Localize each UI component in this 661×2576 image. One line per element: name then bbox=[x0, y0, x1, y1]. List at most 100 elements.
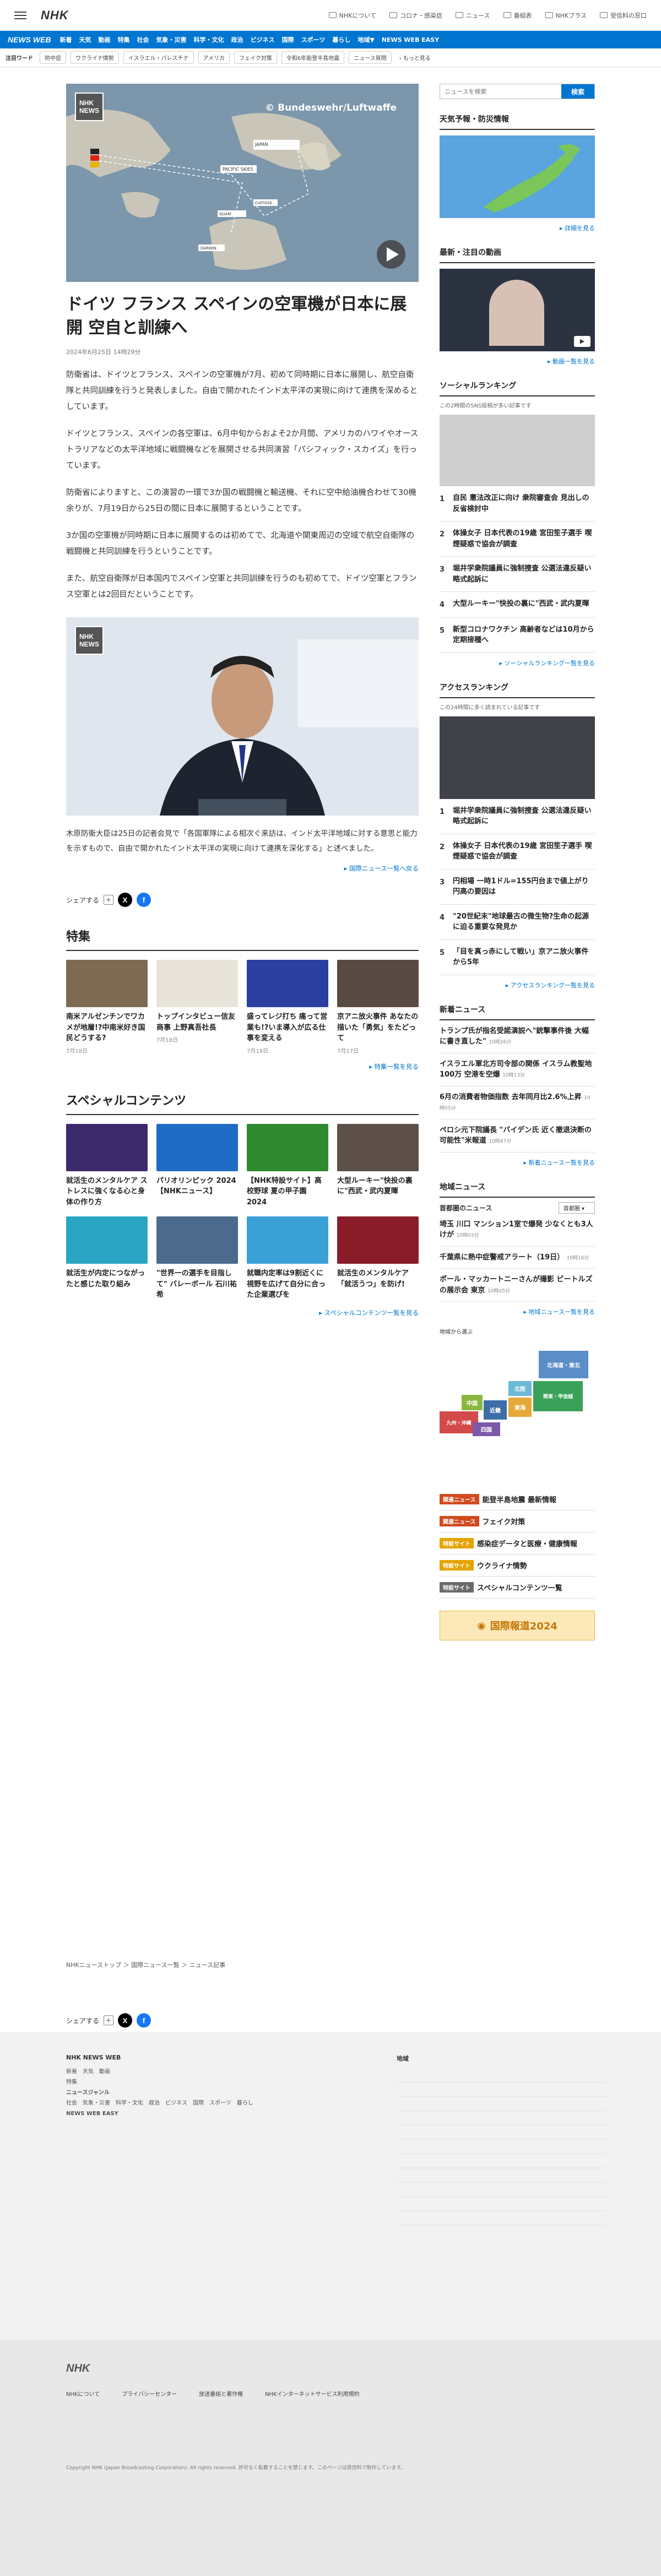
footer-link[interactable]: 放送番組と著作権 bbox=[199, 2389, 243, 2398]
search-button[interactable]: 検索 bbox=[561, 84, 594, 99]
footer-link[interactable]: NEWS WEB EASY bbox=[66, 2108, 297, 2119]
footer-link[interactable]: ニュースジャンル bbox=[66, 2088, 297, 2098]
facebook-icon[interactable]: f bbox=[137, 2013, 151, 2028]
feature-card[interactable]: 京アニ放火事件 あなたの描いた「勇気」をたどって 7月17日 bbox=[337, 960, 419, 1055]
keyword-chip[interactable]: ニュース質問 bbox=[349, 51, 392, 64]
footer-link[interactable]: 特集 bbox=[66, 2077, 297, 2088]
nav-item-feature[interactable]: 特集 bbox=[118, 35, 130, 44]
local-more-link[interactable]: ▸ 地域ニュース一覧を見る bbox=[440, 1307, 595, 1316]
share-plus-icon[interactable]: + bbox=[104, 2015, 114, 2025]
top-link-program[interactable]: 番組表 bbox=[503, 11, 532, 20]
top-link-news[interactable]: ニュース bbox=[456, 11, 490, 20]
promo-banner[interactable]: ◉ 国際報道2024 bbox=[440, 1611, 595, 1640]
news-web-logo[interactable]: NEWS WEB bbox=[8, 35, 51, 44]
special-card[interactable]: "世界一の選手を目指して" バレーボール 石川祐希 bbox=[156, 1216, 238, 1301]
special-card[interactable]: 【NHK特設サイト】高校野球 夏の甲子園 2024 bbox=[247, 1123, 328, 1208]
ranking-item[interactable]: 5 「目を真っ赤にして戦い」京アニ放火事件から5年 bbox=[440, 940, 595, 975]
footer-link[interactable]: 新着 天気 動画 bbox=[66, 2067, 297, 2077]
region-shikoku[interactable]: 四国 bbox=[473, 1422, 500, 1436]
footer-link[interactable]: NHKインターネットサービス利用規約 bbox=[265, 2389, 360, 2398]
ranking-item[interactable]: 1 堀井学衆院議員に強制捜査 公選法違反疑い 略式起訴に bbox=[440, 799, 595, 834]
region-tokai[interactable]: 東海 bbox=[508, 1398, 532, 1417]
x-icon[interactable]: X bbox=[118, 2013, 133, 2028]
banner-item[interactable]: 関連ニュース フェイク対策 bbox=[440, 1510, 595, 1532]
back-to-list-link[interactable]: ▸ 国際ニュース一覧へ戻る bbox=[66, 864, 419, 873]
news-item[interactable]: ポール・マッカートニーさんが撮影 ビートルズの展示会 東京 10時05分 bbox=[440, 1269, 595, 1302]
ranking-item[interactable]: 4 大型ルーキー"快投の裏に"西武・武内夏暉 bbox=[440, 592, 595, 618]
banner-item[interactable]: 関連ニュース 能登半島地震 最新情報 bbox=[440, 1488, 595, 1510]
news-item[interactable]: トランプ氏が指名受諾演説へ"銃撃事件後 大幅に書き直した" 10時26分 bbox=[440, 1020, 595, 1053]
special-card[interactable]: 就活生が内定につながったと感じた取り組み bbox=[66, 1216, 148, 1301]
access-ranking-more-link[interactable]: ▸ アクセスランキング一覧を見る bbox=[440, 981, 595, 990]
share-plus-icon[interactable]: + bbox=[104, 895, 114, 905]
region-hokuriku[interactable]: 北陸 bbox=[508, 1381, 532, 1396]
banner-item[interactable]: 特設サイト ウクライナ情勢 bbox=[440, 1555, 595, 1577]
nav-item-new[interactable]: 新着 bbox=[60, 35, 72, 44]
keyword-chip[interactable]: アメリカ bbox=[198, 51, 230, 64]
top-link-about[interactable]: NHKについて bbox=[328, 11, 376, 20]
keyword-chip[interactable]: フェイク対策 bbox=[234, 51, 277, 64]
region-hokkaido-tohoku[interactable]: 北海道・東北 bbox=[539, 1351, 588, 1378]
social-ranking-more-link[interactable]: ▸ ソーシャルランキング一覧を見る bbox=[440, 659, 595, 667]
ranking-item[interactable]: 2 体操女子 日本代表の19歳 宮田笙子選手 喫煙疑惑で協会が調査 bbox=[440, 834, 595, 869]
region-chugoku[interactable]: 中国 bbox=[462, 1395, 483, 1410]
special-card[interactable]: 就職内定率は9割近くに 視野を広げて自分に合った企業選びを bbox=[247, 1216, 328, 1301]
nhk-logo[interactable]: NHK bbox=[41, 8, 69, 23]
weather-map[interactable] bbox=[440, 135, 595, 218]
news-item[interactable]: 埼玉 川口 マンション1室で爆発 少なくとも3人けが 10時03分 bbox=[440, 1214, 595, 1247]
keyword-more-link[interactable]: › もっと見る bbox=[399, 53, 431, 62]
footer-link[interactable]: NHKについて bbox=[66, 2389, 100, 2398]
nav-item-international[interactable]: 国際 bbox=[282, 35, 294, 44]
feature-card[interactable]: 南米アルゼンチンでワカメが地層!?中南米好き国民どうする? 7月18日 bbox=[66, 960, 148, 1055]
keyword-chip[interactable]: 令和6年能登半島地震 bbox=[281, 51, 345, 64]
search-input[interactable] bbox=[440, 84, 561, 99]
special-more-link[interactable]: ▸ スペシャルコンテンツ一覧を見る bbox=[66, 1308, 419, 1317]
banner-item[interactable]: 特設サイト スペシャルコンテンツ一覧 bbox=[440, 1577, 595, 1599]
keyword-chip[interactable]: ウクライナ情勢 bbox=[71, 51, 119, 64]
nav-item-easy[interactable]: NEWS WEB EASY bbox=[382, 36, 439, 44]
breadcrumb-item[interactable]: 国際ニュース一覧 bbox=[131, 1961, 179, 1969]
ranking-item[interactable]: 2 体操女子 日本代表の19歳 宮田笙子選手 喫煙疑惑で協会が調査 bbox=[440, 521, 595, 557]
news-item[interactable]: 千葉県に熱中症警戒アラート（19日） 10時16分 bbox=[440, 1247, 595, 1269]
banner-item[interactable]: 特設サイト 感染症データと医療・健康情報 bbox=[440, 1532, 595, 1555]
special-card[interactable]: 就活生のメンタルケア ストレスに強くなる心と身体の作り方 bbox=[66, 1123, 148, 1208]
nav-item-life[interactable]: 暮らし bbox=[332, 35, 350, 44]
ranking-item[interactable]: 5 新型コロナワクチン 高齢者などは10月から定期接種へ bbox=[440, 618, 595, 653]
nav-item-disaster[interactable]: 気象・災害 bbox=[156, 35, 187, 44]
video-more-link[interactable]: ▸ 動画一覧を見る bbox=[440, 357, 595, 366]
top-link-fee[interactable]: 受信料の窓口 bbox=[600, 11, 647, 20]
news-item[interactable]: イスラエル軍北方司令部の関係 イスラム教聖地100万 空港を空爆 10時13分 bbox=[440, 1053, 595, 1086]
region-select[interactable]: 首都圏 ▾ bbox=[558, 1202, 595, 1214]
feature-card[interactable]: 盛ってレジ打ち 痛って営業も!?いま導入が広る仕事を変える 7月18日 bbox=[247, 960, 328, 1055]
feature-card[interactable]: トップインタビュー信友商事 上野真吾社長 7月18日 bbox=[156, 960, 238, 1055]
breadcrumb-item[interactable]: NHKニューストップ bbox=[66, 1961, 121, 1969]
nav-item-business[interactable]: ビジネス bbox=[251, 35, 275, 44]
special-card[interactable]: 就活生のメンタルケア「就活うつ」を防げ! bbox=[337, 1216, 419, 1301]
nav-item-science[interactable]: 科学・文化 bbox=[194, 35, 224, 44]
keyword-chip[interactable]: 熱中症 bbox=[40, 51, 66, 64]
region-kinki[interactable]: 近畿 bbox=[484, 1400, 507, 1420]
facebook-icon[interactable]: f bbox=[137, 893, 151, 907]
nav-item-weather[interactable]: 天気 bbox=[79, 35, 91, 44]
top-link-corona[interactable]: コロナ・感染症 bbox=[389, 11, 442, 20]
footer-logo[interactable]: NHK bbox=[66, 2362, 595, 2375]
nav-item-sports[interactable]: スポーツ bbox=[301, 35, 326, 44]
nav-item-video[interactable]: 動画 bbox=[99, 35, 111, 44]
news-item[interactable]: 6月の消費者物価指数 去年同月比2.6%上昇 10時05分 bbox=[440, 1086, 595, 1119]
news-item[interactable]: ペロシ元下院議長 "バイデン氏 近く撤退決断の可能性"米報道 10時47分 bbox=[440, 1119, 595, 1153]
footer-link[interactable]: 社会 気象・災害 科学・文化 政治 ビジネス 国際 スポーツ 暮らし bbox=[66, 2098, 297, 2108]
nav-item-society[interactable]: 社会 bbox=[137, 35, 149, 44]
ranking-item[interactable]: 3 円相場 一時1ドル=155円台まで値上がり 円高の要因は bbox=[440, 869, 595, 905]
keyword-chip[interactable]: イスラエル・パレスチナ bbox=[123, 51, 194, 64]
menu-icon[interactable] bbox=[14, 11, 26, 19]
features-more-link[interactable]: ▸ 特集一覧を見る bbox=[66, 1062, 419, 1071]
latest-more-link[interactable]: ▸ 新着ニュース一覧を見る bbox=[440, 1158, 595, 1167]
footer-link[interactable]: プライバシーセンター bbox=[122, 2389, 177, 2398]
region-kanto[interactable]: 関東・甲信越 bbox=[533, 1381, 583, 1411]
weather-more-link[interactable]: ▸ 詳細を見る bbox=[440, 224, 595, 232]
video-thumb[interactable]: ▶ bbox=[440, 269, 595, 351]
ranking-item[interactable]: 4 "20世紀末"地球最古の微生物?生命の起源に迫る重要な発見か bbox=[440, 905, 595, 940]
nav-item-region[interactable]: 地域▼ bbox=[357, 35, 374, 44]
special-card[interactable]: パリオリンピック 2024【NHKニュース】 bbox=[156, 1123, 238, 1208]
x-icon[interactable]: X bbox=[118, 893, 133, 907]
